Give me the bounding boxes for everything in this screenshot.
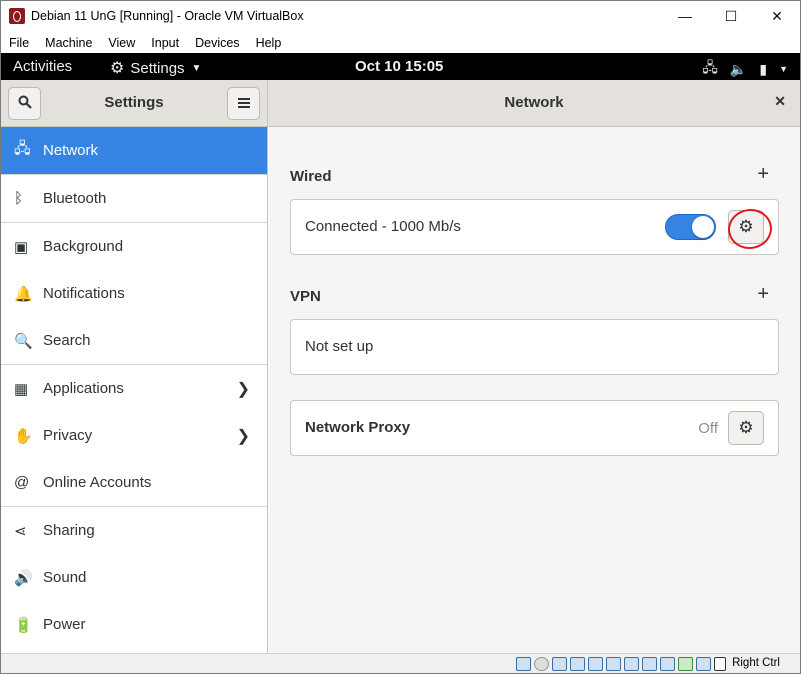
gear-icon: ⚙ — [110, 60, 125, 77]
sidebar-item-network[interactable]: 🖧 Network — [1, 127, 267, 174]
share-icon: ⋖ — [14, 522, 27, 540]
page-title: Network — [504, 94, 564, 111]
vbox-status-bar: Right Ctrl — [1, 653, 800, 673]
clock[interactable]: Oct 10 15:05 — [355, 58, 443, 75]
chevron-right-icon: ❯ — [236, 380, 250, 398]
sidebar-item-sound[interactable]: 🔊 Sound — [1, 554, 267, 601]
caret-down-icon: ▼ — [191, 62, 202, 74]
hamburger-icon — [237, 95, 250, 112]
debian-logo-icon — [9, 8, 25, 24]
sidebar-item-label: Online Accounts — [43, 474, 152, 491]
vpn-row: Not set up — [290, 319, 779, 375]
sidebar-item-bluetooth[interactable]: ᛒ Bluetooth — [1, 175, 267, 222]
sidebar-item-sharing[interactable]: ⋖ Sharing — [1, 507, 267, 554]
sidebar-item-power[interactable]: 🔋 Power — [1, 601, 267, 648]
network-panel: Wired + Connected - 1000 Mb/s ⚙ VPN + No… — [269, 127, 800, 653]
menu-file[interactable]: File — [1, 36, 37, 50]
sidebar-item-label: Applications — [43, 380, 124, 397]
menu-devices[interactable]: Devices — [187, 36, 247, 50]
shared-folders-icon[interactable] — [606, 657, 621, 671]
vpn-empty-label: Not set up — [305, 338, 374, 355]
sidebar-item-label: Background — [43, 238, 124, 255]
network-wired-icon: 🖧 — [702, 59, 718, 75]
menu-machine[interactable]: Machine — [37, 36, 100, 50]
menu-input[interactable]: Input — [143, 36, 187, 50]
window-title: Debian 11 UnG [Running] - Oracle VM Virt… — [31, 9, 304, 23]
sidebar-item-privacy[interactable]: ✋ Privacy ❯ — [1, 412, 267, 459]
battery-icon: ▮ — [759, 60, 768, 77]
minimize-button[interactable]: — — [662, 1, 708, 31]
sidebar-item-online-accounts[interactable]: @ Online Accounts — [1, 459, 267, 506]
primary-menu-button[interactable] — [227, 87, 260, 120]
sidebar-item-search[interactable]: 🔍 Search — [1, 317, 267, 364]
bluetooth-icon: ᛒ — [14, 190, 24, 207]
caret-down-icon: ▼ — [779, 64, 788, 74]
guest-additions-icon[interactable] — [696, 657, 711, 671]
maximize-button[interactable]: ☐ — [708, 1, 754, 31]
audio-icon[interactable] — [552, 657, 567, 671]
at-sign-icon: @ — [14, 474, 30, 491]
display-icon[interactable] — [624, 657, 639, 671]
wired-connection-row: Connected - 1000 Mb/s ⚙ — [290, 199, 779, 255]
bell-icon: 🔔 — [14, 285, 33, 303]
status-icons — [516, 657, 726, 671]
sidebar-item-applications[interactable]: ▦ Applications ❯ — [1, 365, 267, 412]
keyboard-capture-icon[interactable] — [714, 657, 726, 671]
chevron-right-icon: ❯ — [236, 427, 250, 445]
close-icon[interactable]: ✕ — [774, 93, 786, 110]
usb-icon[interactable] — [588, 657, 603, 671]
window-controls: — ☐ ✕ — [662, 1, 800, 31]
menu-view[interactable]: View — [100, 36, 143, 50]
network-icon[interactable] — [570, 657, 585, 671]
sidebar-item-label: Notifications — [43, 285, 125, 302]
cpu-icon[interactable] — [660, 657, 675, 671]
wired-connection-status: Connected - 1000 Mb/s — [305, 218, 461, 235]
video-capture-icon[interactable] — [642, 657, 657, 671]
add-vpn-button[interactable]: + — [757, 283, 769, 306]
network-proxy-status: Off — [698, 420, 718, 437]
virtualbox-window: Debian 11 UnG [Running] - Oracle VM Virt… — [0, 0, 801, 674]
proxy-settings-button[interactable]: ⚙ — [728, 411, 764, 445]
host-key-label: Right Ctrl — [732, 657, 780, 669]
menu-help[interactable]: Help — [248, 36, 290, 50]
sidebar: 🖧 Network ᛒ Bluetooth ▣ Background 🔔 Notificati… — [1, 127, 268, 653]
gnome-top-bar: Activities ⚙ Settings ▼ Oct 10 15:05 🖧 🔈… — [1, 53, 800, 80]
system-tray[interactable]: 🖧 🔈 ▮ ▼ — [702, 57, 788, 81]
app-menu-label: Settings — [130, 59, 185, 77]
sidebar-item-notifications[interactable]: 🔔 Notifications — [1, 270, 267, 317]
menu-bar: File Machine View Input Devices Help — [1, 32, 289, 53]
optical-drive-icon[interactable] — [534, 657, 549, 671]
hard-disk-icon[interactable] — [516, 657, 531, 671]
vpn-section-title: VPN — [290, 288, 321, 305]
add-wired-button[interactable]: + — [757, 163, 769, 186]
applications-grid-icon: ▦ — [14, 380, 29, 398]
network-proxy-label: Network Proxy — [305, 419, 411, 436]
network-proxy-row[interactable]: Network Proxy Off ⚙ — [290, 400, 779, 456]
mouse-integration-icon[interactable] — [678, 657, 693, 671]
network-wired-icon: 🖧 — [14, 140, 31, 157]
speaker-icon: 🔊 — [14, 569, 33, 587]
activities-button[interactable]: Activities — [13, 58, 72, 75]
app-menu-button[interactable]: ⚙ Settings ▼ — [110, 58, 201, 78]
sidebar-item-label: Search — [43, 332, 91, 349]
toggle-knob — [692, 216, 714, 238]
close-window-button[interactable]: ✕ — [754, 1, 800, 31]
volume-icon: 🔈 — [729, 60, 748, 77]
sidebar-item-label: Power — [43, 616, 86, 633]
window-titlebar: Debian 11 UnG [Running] - Oracle VM Virt… — [1, 1, 800, 31]
hand-icon: ✋ — [14, 427, 33, 445]
sidebar-item-label: Bluetooth — [43, 190, 107, 207]
sidebar-item-label: Sharing — [43, 522, 95, 539]
wired-section-title: Wired — [290, 168, 332, 185]
power-icon: 🔋 — [14, 616, 33, 634]
gear-icon: ⚙ — [738, 418, 754, 437]
sidebar-item-background[interactable]: ▣ Background — [1, 223, 267, 270]
sidebar-item-label: Privacy — [43, 427, 93, 444]
search-icon: 🔍 — [14, 332, 33, 350]
sidebar-item-label: Network — [43, 142, 99, 159]
header-bar: Settings Network ✕ — [1, 80, 800, 127]
sidebar-item-label: Sound — [43, 569, 87, 586]
wired-toggle-switch[interactable] — [665, 214, 716, 240]
background-icon: ▣ — [14, 238, 29, 256]
